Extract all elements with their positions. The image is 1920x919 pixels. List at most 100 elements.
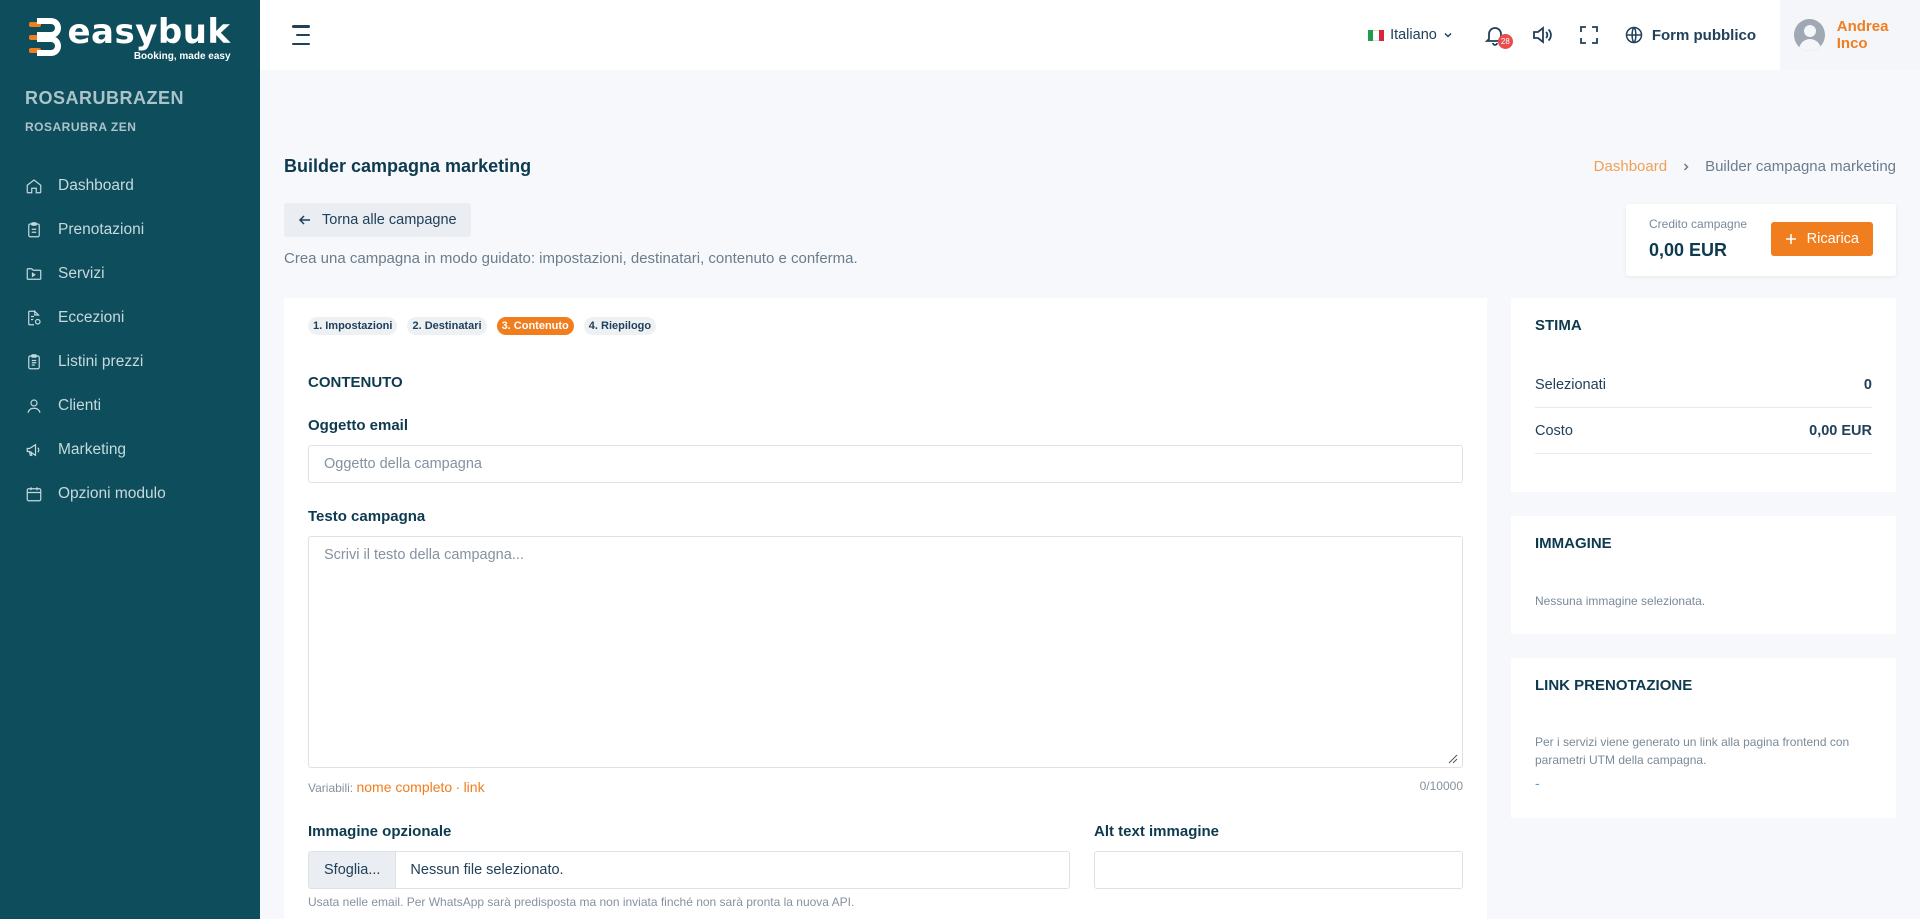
breadcrumb: Dashboard Builder campagna marketing	[1594, 158, 1896, 175]
logo-tagline: Booking, made easy	[133, 50, 231, 62]
campaign-text-area[interactable]	[308, 536, 1463, 768]
plus-icon	[1785, 234, 1796, 244]
breadcrumb-current: Builder campagna marketing	[1705, 158, 1896, 175]
page-title: Builder campagna marketing	[284, 156, 532, 176]
text-label: Testo campagna	[308, 508, 426, 525]
variables-prefix: Variabili:	[308, 781, 354, 795]
image-help-text: Usata nelle email. Per WhatsApp sarà pre…	[308, 895, 855, 909]
company-name: ROSARUBRAZEN	[25, 88, 184, 108]
user-icon	[27, 399, 41, 413]
recharge-button[interactable]: Ricarica	[1770, 222, 1873, 256]
recharge-label: Ricarica	[1806, 231, 1859, 247]
menu-toggle-icon[interactable]	[292, 25, 314, 45]
booking-link-text: Per i servizi viene generato un link all…	[1535, 735, 1850, 767]
clipboard-list-icon	[28, 354, 40, 370]
browse-button[interactable]: Sfoglia...	[309, 852, 397, 888]
booking-link-card: LINK PRENOTAZIONE Per i servizi viene ge…	[1511, 658, 1896, 818]
alt-text-label: Alt text immagine	[1094, 823, 1220, 840]
step-contenuto[interactable]: 3. Contenuto	[496, 317, 574, 335]
subject-label: Oggetto email	[308, 417, 409, 434]
image-card: IMMAGINE Nessuna immagine selezionata.	[1511, 516, 1896, 634]
credit-card: Credito campagne 0,00 EUR Ricarica	[1626, 204, 1896, 276]
selected-value: 0	[1863, 377, 1872, 393]
variables-hint: Variabili: nome completo · link	[308, 779, 485, 795]
step-destinatari[interactable]: 2. Destinatari	[407, 317, 487, 335]
file-name: Nessun file selezionato.	[410, 862, 564, 878]
booking-link-value: -	[1535, 775, 1540, 791]
user-name: Andrea Inco	[1836, 18, 1889, 52]
sound-button[interactable]	[1530, 23, 1554, 47]
divider	[1535, 407, 1872, 408]
resize-grip-icon[interactable]	[1446, 752, 1458, 764]
language-select[interactable]: Italiano	[1368, 27, 1453, 43]
notifications-badge: 28	[1497, 34, 1513, 49]
sidebar-item-label: Dashboard	[58, 177, 134, 194]
character-counter: 0/10000	[1419, 779, 1463, 793]
fullscreen-icon	[1579, 26, 1598, 44]
sidebar-item-label: Servizi	[58, 265, 105, 282]
variable-separator: ·	[455, 779, 461, 795]
image-file-input[interactable]: Sfoglia... Nessun file selezionato.	[308, 851, 1070, 889]
cost-row: Costo 0,00 EUR	[1535, 423, 1872, 439]
chevron-down-icon	[1444, 32, 1452, 38]
sidebar-item-label: Clienti	[58, 397, 102, 414]
sidebar-item-listini-prezzi[interactable]: Listini prezzi	[0, 340, 260, 384]
sidebar-item-clienti[interactable]: Clienti	[0, 384, 260, 428]
campaign-builder-card: 1. Impostazioni 2. Destinatari 3. Conten…	[284, 298, 1487, 919]
sidebar-item-label: Listini prezzi	[58, 353, 144, 370]
sidebar-item-prenotazioni[interactable]: Prenotazioni	[0, 208, 260, 252]
step-impostazioni[interactable]: 1. Impostazioni	[308, 317, 398, 335]
notifications-button[interactable]: 28	[1483, 23, 1513, 49]
arrow-left-icon	[298, 215, 310, 225]
clipboard-icon	[28, 222, 40, 238]
variable-link[interactable]: link	[464, 779, 485, 795]
language-label: Italiano	[1390, 27, 1437, 43]
sidebar-item-servizi[interactable]: Servizi	[0, 252, 260, 296]
sidebar-item-eccezioni[interactable]: Eccezioni	[0, 296, 260, 340]
calendar-icon	[26, 487, 42, 502]
public-form-label: Form pubblico	[1651, 26, 1756, 44]
cost-value: 0,00 EUR	[1809, 423, 1872, 439]
alt-text-input[interactable]	[1094, 851, 1463, 889]
home-icon	[26, 179, 42, 194]
back-to-campaigns-button[interactable]: Torna alle campagne	[284, 203, 471, 237]
sidebar-item-label: Opzioni modulo	[58, 485, 166, 502]
sidebar-item-label: Marketing	[58, 441, 127, 458]
wizard-steps: 1. Impostazioni 2. Destinatari 3. Conten…	[308, 317, 657, 335]
italy-flag-icon	[1368, 29, 1385, 41]
public-form-link[interactable]: Form pubblico	[1624, 25, 1756, 45]
folder-icon	[26, 268, 42, 280]
user-menu[interactable]: Andrea Inco	[1780, 0, 1920, 70]
booking-link-title: LINK PRENOTAZIONE	[1535, 677, 1693, 694]
sidebar-nav: Dashboard Prenotazioni Servizi Eccezioni…	[0, 164, 260, 516]
logo-b-mark	[29, 18, 63, 58]
selected-label: Selezionati	[1535, 377, 1606, 393]
subject-input[interactable]	[308, 445, 1463, 483]
globe-icon	[1625, 26, 1643, 44]
step-riepilogo[interactable]: 4. Riepilogo	[583, 317, 657, 335]
sidebar-item-marketing[interactable]: Marketing	[0, 428, 260, 472]
fullscreen-button[interactable]	[1577, 23, 1601, 47]
sidebar-item-dashboard[interactable]: Dashboard	[0, 164, 260, 208]
sidebar: easybuk Booking, made easy ROSARUBRAZEN …	[0, 0, 260, 919]
sidebar-item-opzioni-modulo[interactable]: Opzioni modulo	[0, 472, 260, 516]
company-subname: ROSARUBRA ZEN	[25, 120, 137, 134]
estimate-card: STIMA Selezionati 0 Costo 0,00 EUR	[1511, 298, 1896, 492]
topbar: Italiano 28 Form pubblico Andrea Inco	[260, 0, 1920, 70]
logo[interactable]: easybuk Booking, made easy	[0, 0, 260, 76]
image-label: Immagine opzionale	[308, 823, 452, 840]
breadcrumb-dashboard-link[interactable]: Dashboard	[1594, 158, 1667, 175]
variable-fullname[interactable]: nome completo	[356, 779, 452, 795]
divider	[1535, 453, 1872, 454]
selected-row: Selezionati 0	[1535, 377, 1872, 393]
sidebar-item-label: Eccezioni	[58, 309, 125, 326]
logo-name: easybuk	[67, 11, 231, 52]
document-gear-icon	[28, 309, 41, 326]
company-info: ROSARUBRAZEN ROSARUBRA ZEN	[0, 76, 260, 134]
avatar	[1794, 19, 1825, 51]
image-card-text: Nessuna immagine selezionata.	[1535, 594, 1706, 608]
speaker-icon	[1532, 26, 1552, 44]
section-title: CONTENUTO	[308, 374, 403, 391]
page-subtitle: Crea una campagna in modo guidato: impos…	[284, 250, 858, 267]
back-label: Torna alle campagne	[322, 212, 457, 228]
